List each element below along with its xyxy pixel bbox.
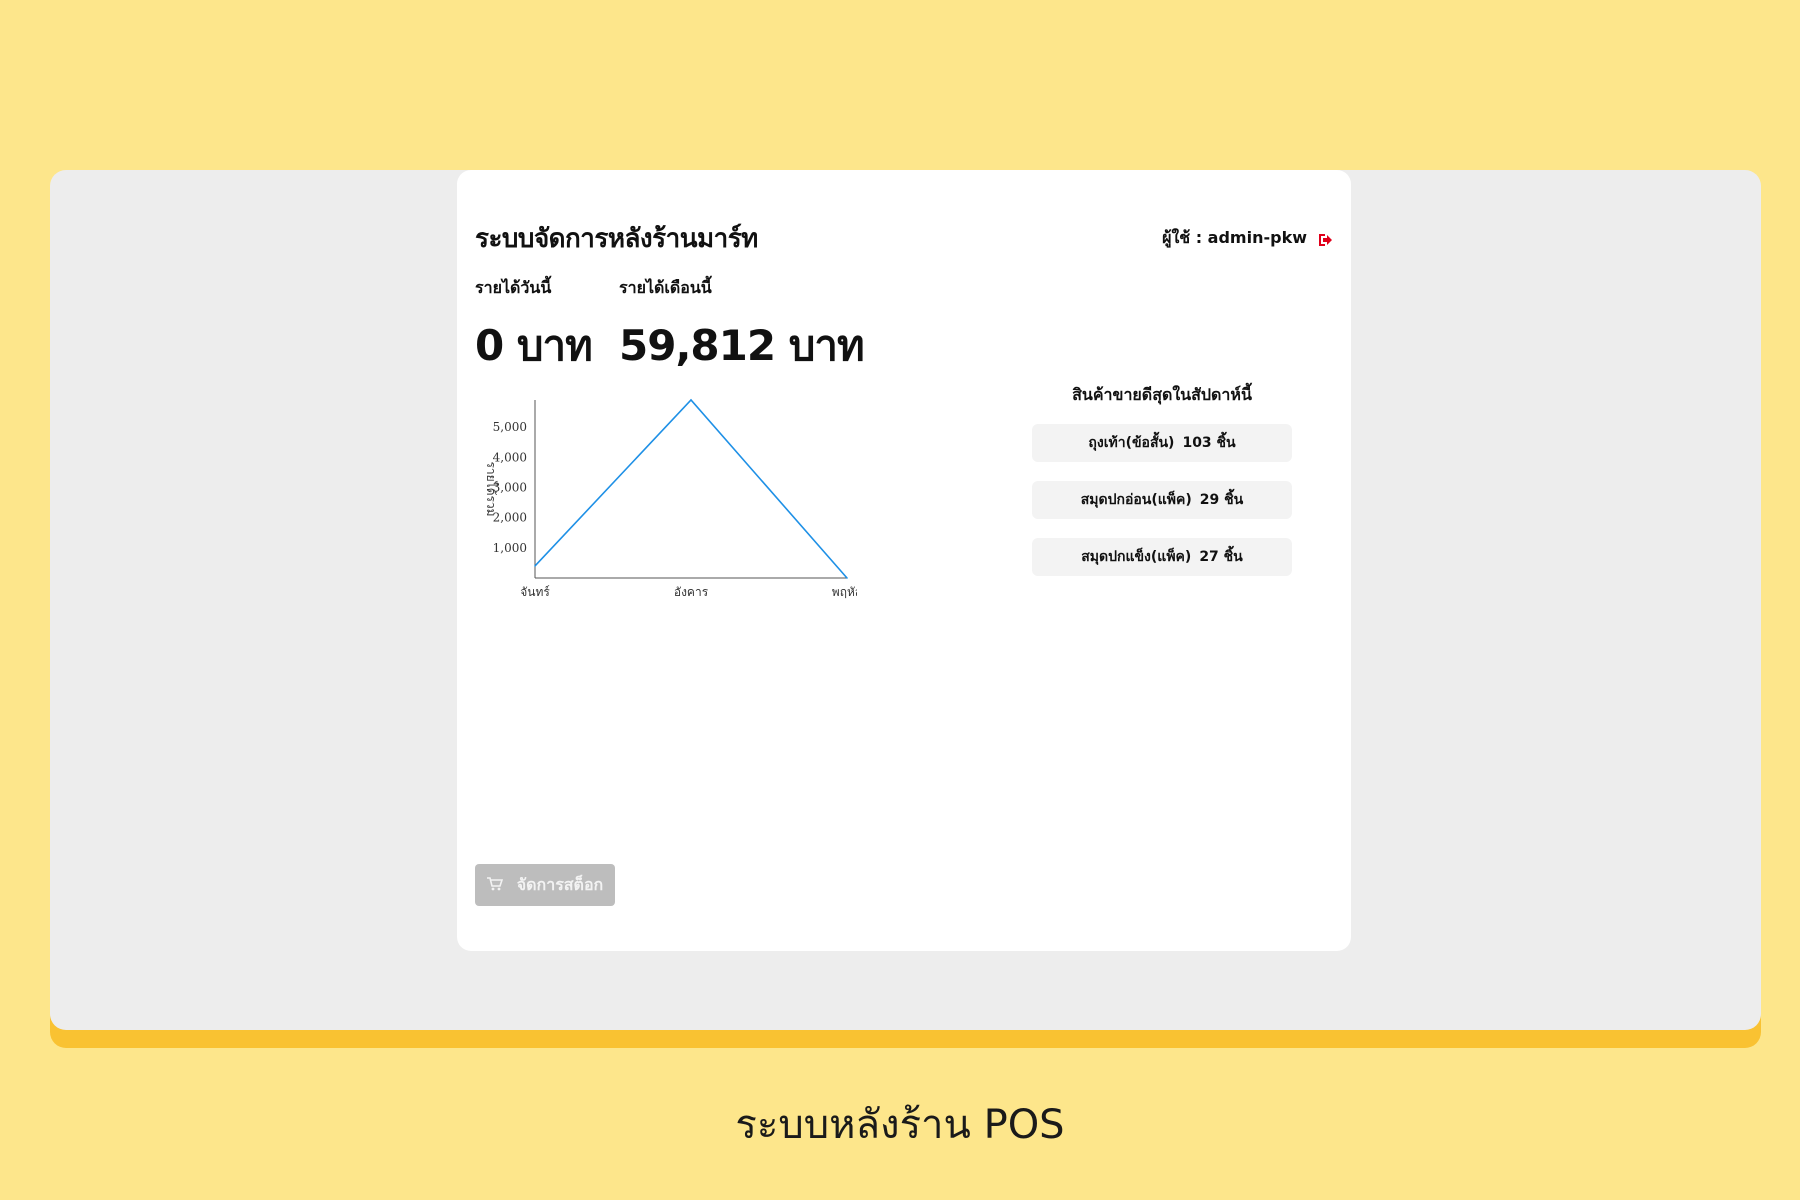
- x-tick-label: อังคาร: [674, 585, 709, 599]
- page-title: ระบบจัดการหลังร้านมาร์ท: [475, 224, 758, 254]
- revenue-line-chart: 1,0002,0003,0004,0005,000จันทร์ อังคาร พฤห…: [484, 398, 857, 599]
- manage-stock-label: จัดการสต็อก: [516, 874, 604, 894]
- best-seller-qty: 103 ชิ้น: [1182, 435, 1236, 451]
- y-tick-label: 5,000: [493, 420, 527, 434]
- best-seller-item: ถุงเท้า(ข้อสั้น) 103 ชิ้น: [1032, 424, 1292, 462]
- y-axis-label: รายได้รวม: [484, 461, 498, 516]
- best-seller-name: สมุดปกแข็ง(แพ็ค): [1081, 549, 1192, 565]
- slide-caption: ระบบหลังร้าน POS: [735, 1102, 1065, 1148]
- x-tick-label: พฤหัส: [832, 585, 857, 599]
- month-revenue-label: รายได้เดือนนี้: [619, 278, 712, 297]
- y-tick-label: 1,000: [493, 541, 527, 555]
- best-seller-name: ถุงเท้า(ข้อสั้น): [1088, 435, 1175, 451]
- best-sellers-title: สินค้าขายดีสุดในสัปดาห์นี้: [1072, 385, 1252, 404]
- x-tick-label: จันทร์: [520, 585, 550, 599]
- revenue-data-point: [690, 399, 692, 401]
- dashboard-card: ระบบจัดการหลังร้านมาร์ท ผู้ใช้ : admin-p…: [457, 170, 1351, 951]
- best-seller-item: สมุดปกอ่อน(แพ็ค) 29 ชิ้น: [1032, 481, 1292, 519]
- best-seller-name: สมุดปกอ่อน(แพ็ค): [1080, 492, 1192, 508]
- revenue-series-line: [534, 398, 848, 579]
- user-info: ผู้ใช้ : admin-pkw: [1162, 226, 1333, 251]
- today-revenue-value: 0 บาท: [475, 321, 593, 370]
- revenue-data-point: [846, 577, 848, 579]
- logout-icon[interactable]: [1317, 232, 1333, 246]
- cart-icon: [486, 876, 503, 895]
- best-seller-item: สมุดปกแข็ง(แพ็ค) 27 ชิ้น: [1032, 538, 1292, 576]
- today-revenue-label: รายได้วันนี้: [475, 278, 552, 297]
- best-sellers-panel: สินค้าขายดีสุดในสัปดาห์นี้ ถุงเท้า(ข้อสั…: [1032, 383, 1292, 595]
- month-revenue-value: 59,812 บาท: [619, 321, 865, 370]
- revenue-data-point: [534, 565, 536, 567]
- best-seller-qty: 27 ชิ้น: [1199, 549, 1243, 565]
- today-revenue: รายได้วันนี้ 0 บาท: [475, 276, 593, 379]
- month-revenue: รายได้เดือนนี้ 59,812 บาท: [619, 276, 865, 379]
- best-seller-qty: 29 ชิ้น: [1199, 492, 1244, 508]
- user-label: ผู้ใช้ : admin-pkw: [1162, 228, 1307, 247]
- manage-stock-button[interactable]: จัดการสต็อก: [475, 864, 615, 906]
